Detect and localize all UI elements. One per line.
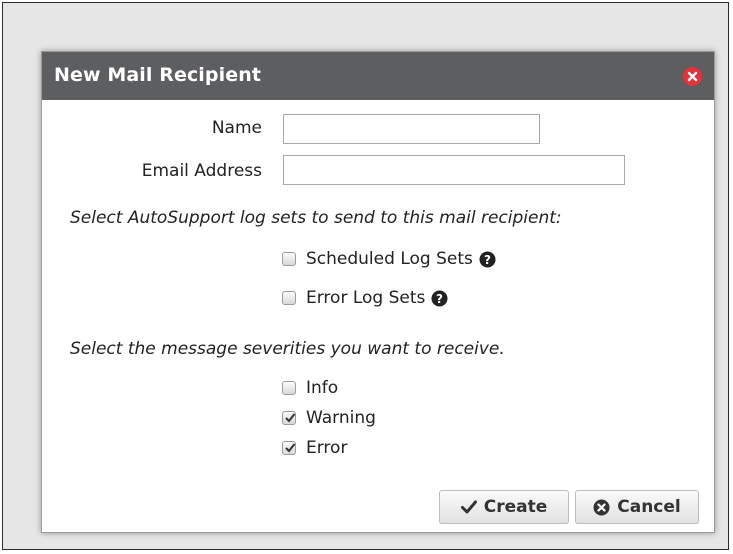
- check-icon: [285, 443, 296, 453]
- create-button[interactable]: Create: [439, 490, 569, 524]
- email-input[interactable]: [283, 155, 625, 185]
- cancel-button-label: Cancel: [617, 497, 681, 517]
- checkbox[interactable]: [282, 291, 296, 305]
- check-icon: [460, 500, 477, 514]
- create-button-label: Create: [483, 497, 548, 517]
- name-input[interactable]: [283, 114, 540, 144]
- checkbox-warning[interactable]: Warning: [282, 408, 376, 428]
- name-label: Name: [211, 118, 262, 138]
- checkbox-label: Error Log Sets: [306, 288, 426, 308]
- svg-text:?: ?: [436, 292, 443, 306]
- checkbox-label: Warning: [306, 408, 376, 428]
- checkbox-label: Scheduled Log Sets: [306, 249, 473, 269]
- checkbox[interactable]: [282, 411, 296, 425]
- screen-background: New Mail Recipient Name Email Address Se…: [2, 2, 729, 550]
- question-circle-icon[interactable]: ?: [479, 251, 496, 268]
- severities-prompt: Select the message severities you want t…: [70, 339, 505, 359]
- checkbox[interactable]: [282, 441, 296, 455]
- checkbox-error-log-sets[interactable]: Error Log Sets ?: [282, 288, 448, 308]
- checkbox-label: Info: [306, 378, 339, 398]
- checkbox-label: Error: [306, 438, 348, 458]
- check-icon: [285, 413, 296, 423]
- dialog-title: New Mail Recipient: [54, 64, 262, 86]
- question-circle-icon[interactable]: ?: [431, 290, 448, 307]
- log-sets-prompt: Select AutoSupport log sets to send to t…: [70, 208, 562, 228]
- times-circle-icon: [593, 499, 610, 515]
- svg-text:?: ?: [484, 253, 491, 267]
- checkbox[interactable]: [282, 381, 296, 395]
- checkbox-info[interactable]: Info: [282, 378, 338, 398]
- checkbox[interactable]: [282, 252, 296, 266]
- email-label: Email Address: [141, 161, 262, 181]
- close-icon[interactable]: [683, 67, 702, 86]
- checkbox-error[interactable]: Error: [282, 438, 347, 458]
- checkbox-scheduled-log-sets[interactable]: Scheduled Log Sets ?: [282, 249, 496, 269]
- new-mail-recipient-dialog: New Mail Recipient Name Email Address Se…: [41, 51, 715, 533]
- dialog-titlebar: New Mail Recipient: [42, 52, 714, 100]
- cancel-button[interactable]: Cancel: [575, 490, 699, 524]
